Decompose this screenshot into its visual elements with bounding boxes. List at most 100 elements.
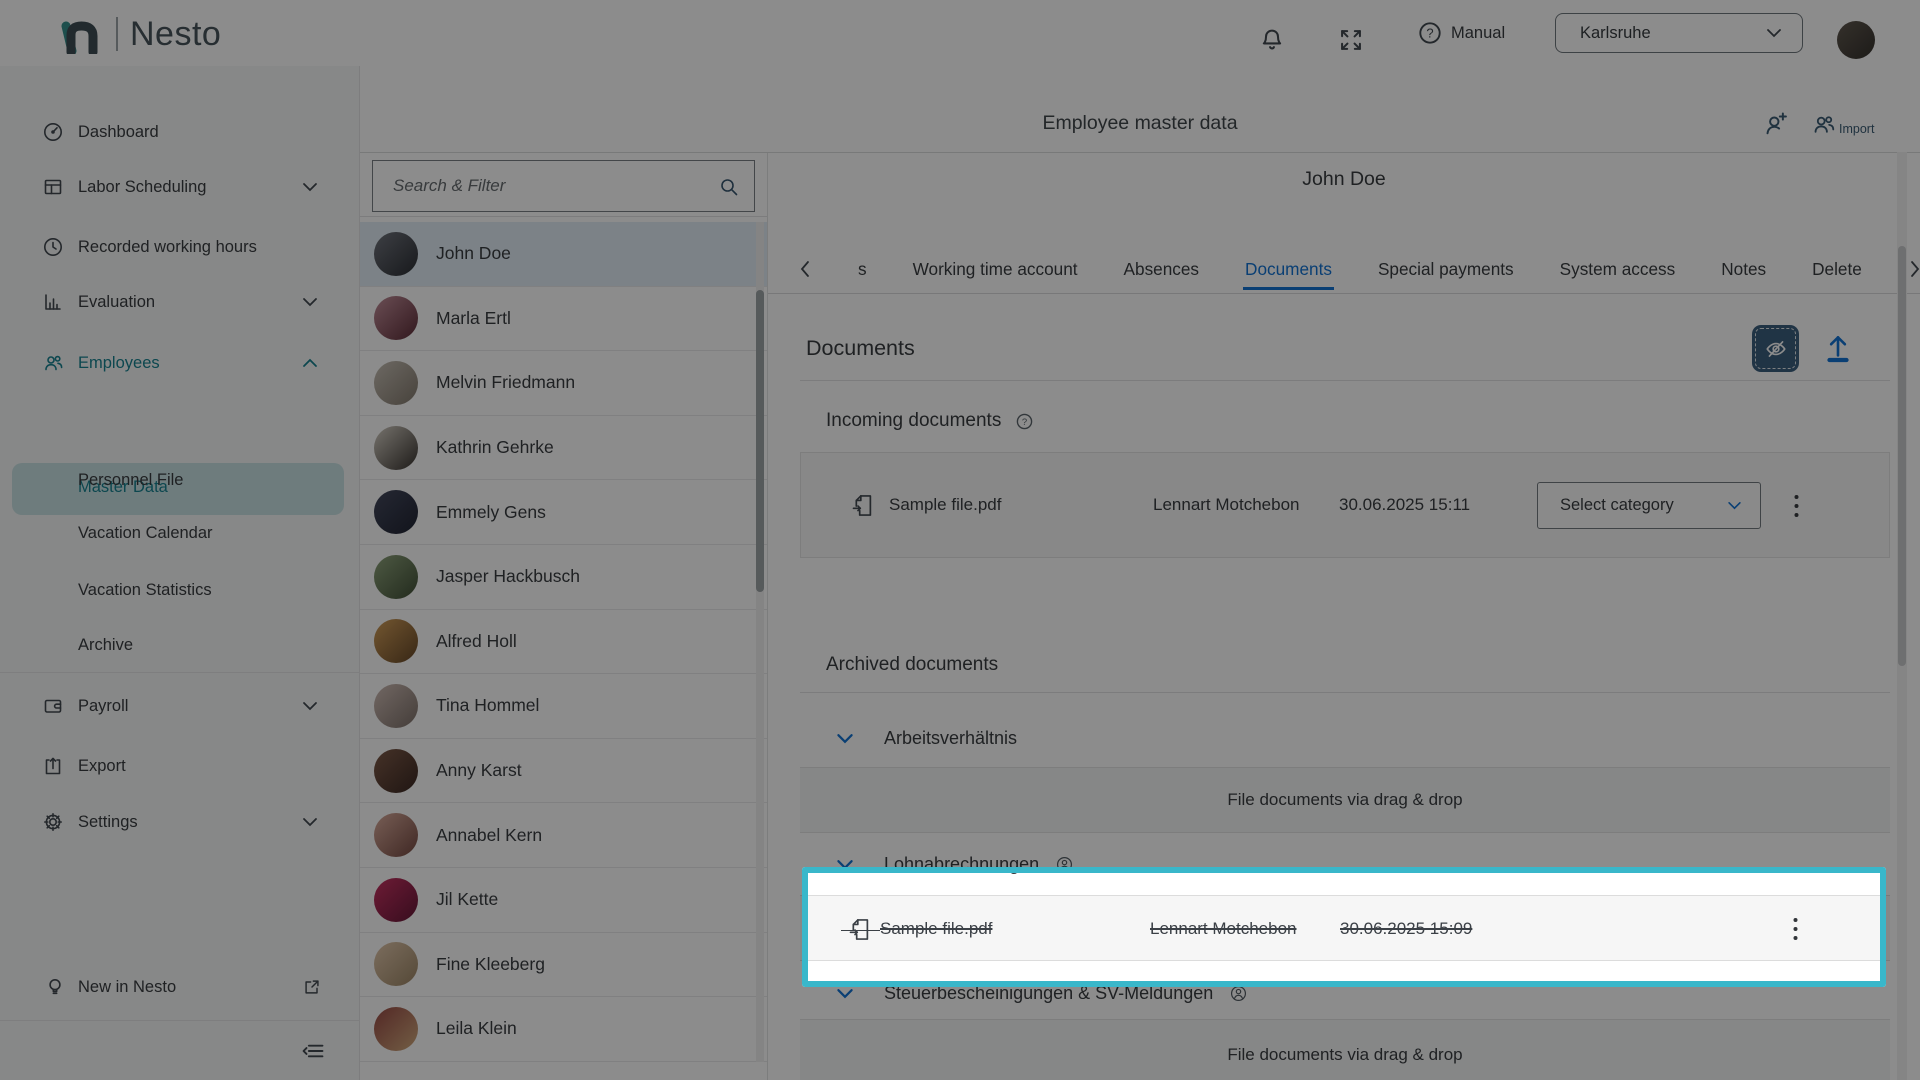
document-file-name[interactable]: Sample file.pdf	[889, 495, 1001, 515]
toggle-hidden-documents-button[interactable]	[1752, 325, 1799, 372]
sidebar-item-archive[interactable]: Archive	[0, 625, 360, 665]
brand-name: Nesto	[130, 15, 221, 54]
manual-label: Manual	[1451, 24, 1505, 43]
tab-special-payments[interactable]: Special payments	[1378, 259, 1514, 280]
employee-list-item[interactable]: Marla Ertl	[360, 287, 767, 352]
sidebar-item-settings[interactable]: Settings	[0, 800, 360, 844]
employee-list-item[interactable]: Alfred Holl	[360, 610, 767, 675]
application-window: Nesto ? Manual Karlsruhe Dashboard Labor…	[0, 0, 1920, 1080]
document-timestamp: 30.06.2025 15:11	[1339, 495, 1470, 515]
main-scrollbar-thumb[interactable]	[1898, 246, 1906, 666]
employee-name: John Doe	[436, 243, 511, 264]
employee-avatar	[374, 555, 418, 599]
accordion-lohnabrechnungen[interactable]: Lohnabrechnungen	[836, 850, 1074, 878]
dropzone-arbeitsverhaeltnis[interactable]: File documents via drag & drop	[800, 767, 1890, 833]
tabs-scroll-left-icon[interactable]	[798, 260, 812, 278]
people-icon	[1811, 112, 1836, 137]
location-dropdown[interactable]: Karlsruhe	[1555, 13, 1803, 53]
bar-chart-icon	[42, 291, 64, 313]
employee-list-item[interactable]: Kathrin Gehrke	[360, 416, 767, 481]
panel-vertical-divider	[767, 152, 768, 1080]
sidebar-item-payroll[interactable]: Payroll	[0, 684, 360, 728]
logo-divider	[116, 17, 118, 51]
sidebar-item-label: Vacation Calendar	[78, 524, 213, 543]
search-input[interactable]	[373, 161, 754, 211]
accordion-steuerbescheinigungen[interactable]: Steuerbescheinigungen & SV-Meldungen	[836, 979, 1248, 1007]
employee-avatar	[374, 361, 418, 405]
eye-slash-icon	[1764, 337, 1788, 361]
employee-avatar	[374, 490, 418, 534]
row-menu-kebab-icon[interactable]	[1782, 483, 1810, 529]
sidebar-item-label: Vacation Statistics	[78, 581, 212, 600]
svg-text:?: ?	[1426, 26, 1433, 41]
employee-list-item[interactable]: Jil Kette	[360, 868, 767, 933]
row-menu-kebab-icon[interactable]	[1781, 906, 1809, 952]
sidebar-item-dashboard[interactable]: Dashboard	[0, 110, 360, 154]
tab-notes[interactable]: Notes	[1721, 259, 1766, 280]
import-employees-button[interactable]: Import	[1811, 112, 1874, 137]
sidebar-item-vacation-calendar[interactable]: Vacation Calendar	[0, 513, 360, 553]
employee-list-item[interactable]: Tina Hommel	[360, 674, 767, 739]
employee-list-item[interactable]: Emmely Gens	[360, 480, 767, 545]
help-icon[interactable]: ?	[1015, 412, 1034, 431]
user-avatar[interactable]	[1837, 21, 1875, 59]
sidebar-item-personnel-file[interactable]: Personnel File	[0, 460, 360, 500]
employee-list-item[interactable]: Annabel Kern	[360, 803, 767, 868]
tabs-scroll-right-icon[interactable]	[1908, 260, 1920, 278]
upload-document-icon[interactable]	[1820, 330, 1856, 366]
tab-bar: s Working time account Absences Document…	[798, 246, 1890, 292]
sidebar-item-labor-scheduling[interactable]: Labor Scheduling	[0, 165, 360, 209]
sidebar-item-export[interactable]: Export	[0, 744, 360, 788]
collapse-sidebar-icon[interactable]	[300, 1038, 326, 1064]
nesto-logo: Nesto	[58, 14, 221, 54]
tab-delete[interactable]: Delete	[1812, 259, 1862, 280]
tab-documents[interactable]: Documents	[1245, 259, 1332, 280]
notifications-bell-icon[interactable]	[1258, 26, 1286, 54]
accordion-arbeitsverhaeltnis[interactable]: Arbeitsverhältnis	[836, 724, 1017, 752]
employee-list-item[interactable]: Jasper Hackbusch	[360, 545, 767, 610]
add-employee-button[interactable]	[1762, 110, 1789, 137]
sidebar-item-recorded-working-hours[interactable]: Recorded working hours	[0, 225, 360, 269]
employee-list-item[interactable]: John Doe	[360, 222, 767, 287]
employee-list-scrollbar-thumb[interactable]	[756, 290, 764, 592]
document-file-name[interactable]: Sample file.pdf	[880, 919, 992, 939]
employee-name: Fine Kleeberg	[436, 954, 545, 975]
tab-absences[interactable]: Absences	[1124, 259, 1199, 280]
sidebar-item-new-in-nesto[interactable]: New in Nesto	[0, 965, 360, 1009]
sidebar-item-label: Settings	[78, 813, 138, 832]
dashboard-icon	[42, 121, 64, 143]
archived-document-row[interactable]: Sample file.pdf Lennart Motchebon 30.06.…	[800, 895, 1890, 961]
sidebar-item-label: Payroll	[78, 697, 128, 716]
employee-name: Tina Hommel	[436, 695, 539, 716]
location-value: Karlsruhe	[1580, 24, 1766, 43]
sidebar-item-employees[interactable]: Employees	[0, 341, 360, 385]
page-title: Employee master data	[360, 112, 1920, 135]
svg-text:?: ?	[1022, 416, 1027, 427]
chevron-down-icon	[1727, 501, 1742, 510]
sidebar-item-label: Employees	[78, 354, 160, 373]
sidebar-item-evaluation[interactable]: Evaluation	[0, 280, 360, 324]
employee-list-item[interactable]: Anny Karst	[360, 739, 767, 804]
sidebar-divider	[0, 672, 360, 673]
sidebar-item-vacation-statistics[interactable]: Vacation Statistics	[0, 570, 360, 610]
employee-name: Annabel Kern	[436, 825, 542, 846]
tab-truncated[interactable]: s	[858, 259, 867, 280]
tab-working-time-account[interactable]: Working time account	[913, 259, 1078, 280]
employee-list-item[interactable]: Melvin Friedmann	[360, 351, 767, 416]
employee-name: Jasper Hackbusch	[436, 566, 580, 587]
employee-list-item[interactable]: Fine Kleeberg	[360, 933, 767, 998]
dropzone-steuerbescheinigungen[interactable]: File documents via drag & drop	[800, 1019, 1890, 1080]
employee-list-item[interactable]: Leila Klein	[360, 997, 767, 1062]
chevron-down-icon	[302, 182, 318, 192]
select-category-dropdown[interactable]: Select category	[1537, 482, 1761, 529]
external-link-icon	[302, 977, 322, 997]
incoming-documents-title: Incoming documents	[826, 410, 1001, 432]
fullscreen-icon[interactable]	[1337, 26, 1365, 54]
search-icon[interactable]	[718, 176, 740, 198]
chevron-down-icon	[302, 817, 318, 827]
manual-help-button[interactable]: ? Manual	[1417, 20, 1505, 46]
sidebar-item-label: New in Nesto	[78, 978, 176, 997]
pdf-file-icon	[849, 492, 876, 519]
dropzone-label: File documents via drag & drop	[1227, 1045, 1462, 1064]
tab-system-access[interactable]: System access	[1560, 259, 1676, 280]
